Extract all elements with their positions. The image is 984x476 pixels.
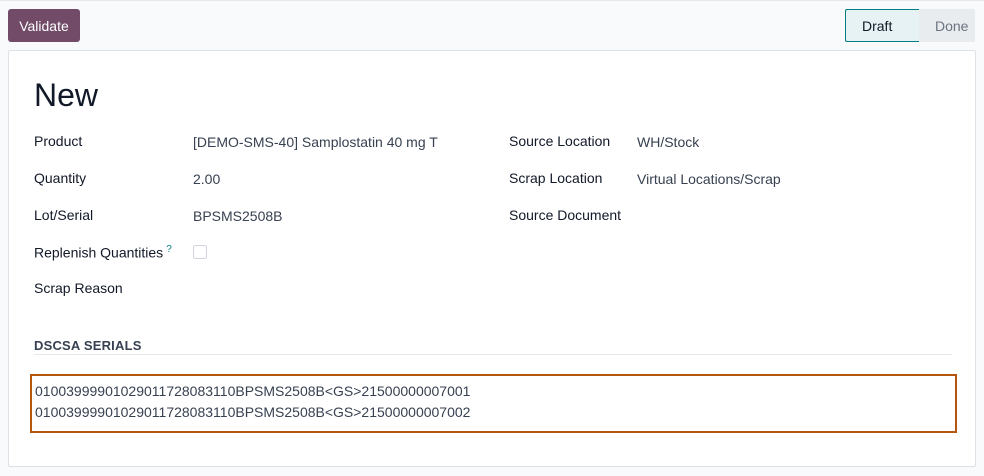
status-draft-label: Draft [862, 17, 893, 34]
top-border [0, 0, 984, 1]
scrap-location-label: Scrap Location [509, 170, 603, 186]
product-field[interactable]: [DEMO-SMS-40] Samplostatin 40 mg T [193, 134, 438, 150]
serial-line: 01003999901029011728083110BPSMS2508B<GS>… [35, 383, 471, 399]
quantity-label: Quantity [34, 170, 87, 186]
status-bar: Draft Done [845, 9, 975, 42]
source-document-label: Source Document [509, 207, 622, 223]
validate-button[interactable]: Validate [8, 9, 80, 42]
quantity-field[interactable]: 2.00 [193, 171, 220, 187]
scrap-location-field[interactable]: Virtual Locations/Scrap [637, 171, 781, 187]
replenish-quantities-text: Replenish Quantities [34, 244, 164, 261]
status-done-label: Done [935, 17, 969, 34]
lot-serial-label: Lot/Serial [34, 207, 94, 223]
section-divider [34, 354, 952, 355]
replenish-quantities-checkbox[interactable] [193, 245, 207, 259]
form-sheet: New Product [DEMO-SMS-40] Samplostatin 4… [8, 50, 976, 467]
source-location-field[interactable]: WH/Stock [637, 134, 699, 150]
product-label: Product [34, 133, 83, 149]
source-location-label: Source Location [509, 133, 611, 149]
serial-line: 01003999901029011728083110BPSMS2508B<GS>… [35, 404, 471, 420]
lot-serial-field[interactable]: BPSMS2508B [193, 208, 283, 224]
dscsa-serials-box[interactable]: 01003999901029011728083110BPSMS2508B<GS>… [30, 374, 957, 433]
source-document-field[interactable] [637, 208, 937, 226]
record-title: New [34, 77, 99, 113]
scrap-reason-label: Scrap Reason [34, 280, 123, 296]
help-tooltip-icon[interactable]: ? [166, 244, 172, 255]
status-done[interactable]: Done [919, 9, 975, 42]
scrap-reason-field[interactable] [193, 280, 453, 298]
replenish-quantities-label: Replenish Quantities? [34, 244, 172, 261]
dscsa-section-title: DSCSA SERIALS [34, 338, 142, 353]
status-draft[interactable]: Draft [845, 9, 932, 42]
